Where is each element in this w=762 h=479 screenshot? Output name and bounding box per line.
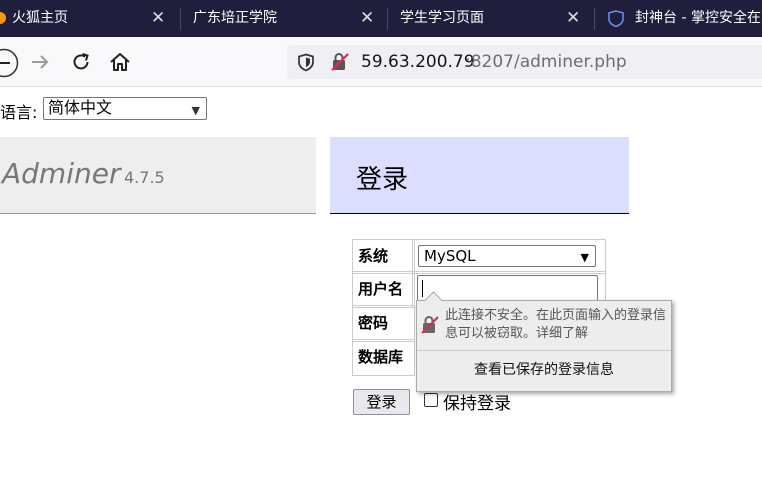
language-selected: 简体中文 xyxy=(48,98,113,117)
password-label-cell: 密码 xyxy=(352,305,415,342)
chevron-down-icon: ▼ xyxy=(580,251,589,264)
permanent-login-checkbox[interactable] xyxy=(424,393,438,407)
tab-label: 封神台 - 掌控安全在 xyxy=(635,10,761,26)
username-input[interactable] xyxy=(417,275,598,302)
firefox-icon xyxy=(0,12,6,24)
url-bar[interactable]: 59.63.200.79 :8207/adminer.php xyxy=(287,45,762,79)
view-saved-logins-link[interactable]: 查看已保存的登录信息 xyxy=(417,357,671,383)
tab-label: 广东培正学院 xyxy=(193,10,277,26)
tab-fengshentai[interactable]: 封神台 - 掌控安全在 xyxy=(595,0,762,37)
adminer-logo: Adminer 4.7.5 xyxy=(0,137,316,214)
login-button[interactable]: 登录 xyxy=(353,389,410,415)
password-label: 密码 xyxy=(358,314,389,332)
insecure-lock-icon xyxy=(421,316,439,334)
tab-label: 学生学习页面 xyxy=(400,10,484,26)
language-select[interactable]: 简体中文 ▼ xyxy=(43,97,207,120)
forward-icon[interactable] xyxy=(29,51,51,73)
close-tab-icon[interactable]: ✕ xyxy=(566,0,580,37)
nav-bar: 59.63.200.79 :8207/adminer.php xyxy=(0,37,762,87)
tab-firefox-home[interactable]: 火狐主页 ✕ xyxy=(0,0,180,37)
username-label: 用户名 xyxy=(358,280,404,298)
tab-bar: 火狐主页 ✕ 广东培正学院 ✕ 学生学习页面 ✕ 封神台 - 掌控安全在 xyxy=(0,0,762,37)
tab-label: 火狐主页 xyxy=(12,10,68,26)
close-tab-icon[interactable]: ✕ xyxy=(360,0,374,37)
back-icon[interactable] xyxy=(0,48,19,78)
permanent-login-label[interactable]: 保持登录 xyxy=(443,389,511,414)
text-caret xyxy=(422,280,423,297)
home-icon[interactable] xyxy=(109,51,131,73)
insecure-lock-icon[interactable] xyxy=(330,52,350,72)
tab-student-study[interactable]: 学生学习页面 ✕ xyxy=(388,0,594,37)
database-label-cell: 数据库 xyxy=(352,339,415,376)
chevron-down-icon: ▼ xyxy=(191,104,200,117)
popup-message[interactable]: 此连接不安全。在此页面输入的登录信息可以被窃取。详细了解 xyxy=(445,307,667,343)
close-tab-icon[interactable]: ✕ xyxy=(151,0,165,37)
username-label-cell: 用户名 xyxy=(352,271,415,308)
database-label: 数据库 xyxy=(358,348,404,366)
url-path: :8207/adminer.php xyxy=(465,52,627,72)
page-header: 登录 xyxy=(330,137,629,214)
shield-icon[interactable] xyxy=(297,53,315,72)
insecure-login-popup: 此连接不安全。在此页面输入的登录信息可以被窃取。详细了解 查看已保存的登录信息 xyxy=(416,291,672,392)
tab-guangdong-peizheng[interactable]: 广东培正学院 ✕ xyxy=(181,0,387,37)
logo-version[interactable]: 4.7.5 xyxy=(124,168,165,187)
url-host: 59.63.200.79 xyxy=(361,52,475,72)
system-selected: MySQL xyxy=(424,247,476,265)
system-label: 系统 xyxy=(358,247,389,265)
site-shield-icon xyxy=(608,10,624,27)
reload-icon[interactable] xyxy=(70,51,92,73)
language-label: 语言: xyxy=(0,103,38,122)
system-select[interactable]: MySQL ▼ xyxy=(418,245,596,267)
popup-divider xyxy=(417,350,671,351)
system-label-cell: 系统 xyxy=(352,239,415,274)
page-title: 登录 xyxy=(356,165,409,195)
logo-name[interactable]: Adminer xyxy=(2,157,120,190)
